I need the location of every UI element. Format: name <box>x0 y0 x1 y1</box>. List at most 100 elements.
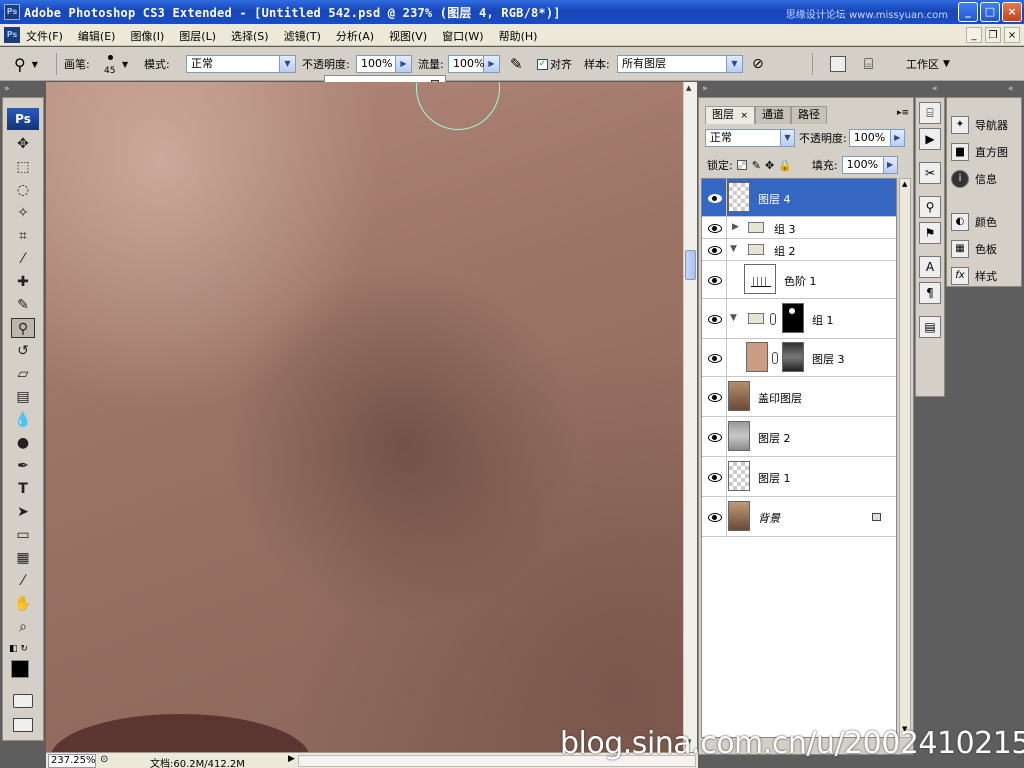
lock-position-icon[interactable]: ✥ <box>765 159 774 172</box>
slice-tool[interactable]: ⁄ <box>11 249 35 269</box>
notes-tool[interactable]: ▦ <box>11 548 35 568</box>
move-tool[interactable]: ✥ <box>11 134 35 154</box>
gradient-tool[interactable]: ▤ <box>11 387 35 407</box>
chevron-down-icon[interactable]: ▼ <box>727 55 743 73</box>
magic-wand-tool[interactable]: ✧ <box>11 203 35 223</box>
layer-row[interactable]: 图层 1 <box>702 457 896 497</box>
menu-view[interactable]: 视图(V) <box>389 28 427 44</box>
clone-stamp-tool[interactable]: ⚲ <box>11 318 35 338</box>
dock2-collapse-icon[interactable]: « <box>1008 84 1014 94</box>
quick-mask-icon[interactable] <box>13 694 33 708</box>
mode-select[interactable]: 正常 <box>186 55 280 73</box>
scroll-up-icon[interactable]: ▲ <box>686 84 691 92</box>
dock-collapse-icon[interactable]: « <box>932 84 938 94</box>
close-button[interactable]: × <box>1002 2 1022 22</box>
eye-icon[interactable] <box>708 275 722 285</box>
info-button[interactable]: i 信息 <box>951 168 997 190</box>
layer-mask-thumbnail[interactable] <box>782 342 804 372</box>
color-button[interactable]: ◐ 颜色 <box>951 211 997 233</box>
layer-row[interactable]: ▼ 组 1 <box>702 299 896 339</box>
lock-image-icon[interactable]: ✎ <box>752 159 761 172</box>
brushes-panel-icon[interactable]: ⚲ <box>919 196 941 218</box>
layer-row[interactable]: 图层 2 <box>702 417 896 457</box>
eraser-tool[interactable]: ▱ <box>11 364 35 384</box>
menu-analysis[interactable]: 分析(A) <box>336 28 374 44</box>
marquee-tool[interactable]: ⬚ <box>11 157 35 177</box>
dodge-tool[interactable]: ● <box>11 433 35 453</box>
flow-input[interactable]: 100% <box>448 55 484 73</box>
menu-filter[interactable]: 滤镜(T) <box>284 28 321 44</box>
flow-slider-toggle[interactable]: ▶ <box>484 55 500 73</box>
panels-collapse-icon[interactable]: » <box>702 84 708 94</box>
path-selection-tool[interactable]: ➤ <box>11 502 35 522</box>
status-icon[interactable]: ⊙ <box>100 754 108 765</box>
blur-tool[interactable]: 💧 <box>11 410 35 430</box>
panel-menu-icon[interactable]: ▸≡ <box>897 108 909 118</box>
layer-row[interactable]: 盖印图层 <box>702 377 896 417</box>
lock-transparency-icon[interactable] <box>736 160 747 170</box>
shape-tool[interactable]: ▭ <box>11 525 35 545</box>
navigator-button[interactable]: ✦ 导航器 <box>951 114 1008 136</box>
layer-opacity-input[interactable]: 100% <box>848 129 891 147</box>
layer-row[interactable]: 色阶 1 <box>702 261 896 299</box>
styles-button[interactable]: fx 样式 <box>951 265 997 287</box>
foreground-color-swatch[interactable] <box>11 660 29 678</box>
doc-minimize-button[interactable]: _ <box>966 27 982 43</box>
eye-icon[interactable] <box>708 512 722 522</box>
default-colors-icon[interactable]: ◧ ↻ <box>9 644 28 654</box>
status-menu-arrow-icon[interactable]: ▶ <box>288 754 295 764</box>
tool-presets-panel-icon[interactable]: ✂ <box>919 162 941 184</box>
doc-close-button[interactable]: × <box>1004 27 1020 43</box>
brush-picker[interactable]: 45 ▼ <box>102 47 128 81</box>
layer-row[interactable]: ▼ 组 2 <box>702 239 896 261</box>
eye-icon[interactable] <box>708 314 722 324</box>
airbrush-button[interactable]: ✎ <box>510 47 523 81</box>
layer-opacity-slider-toggle[interactable]: ▶ <box>890 129 905 147</box>
document-canvas[interactable] <box>46 82 683 752</box>
history-panel-icon[interactable]: ⌸ <box>919 102 941 124</box>
menu-image[interactable]: 图像(I) <box>130 28 164 44</box>
healing-brush-tool[interactable]: ✚ <box>11 272 35 292</box>
layer-row[interactable]: 图层 3 <box>702 339 896 377</box>
layer-row[interactable]: ▶ 组 3 <box>702 217 896 239</box>
brush-tool[interactable]: ✎ <box>11 295 35 315</box>
hand-tool[interactable]: ✋ <box>11 594 35 614</box>
eye-icon[interactable] <box>708 245 722 255</box>
zoom-field[interactable]: 237.25% <box>48 754 96 768</box>
chevron-down-icon[interactable]: ▼ <box>781 129 795 147</box>
doc-restore-button[interactable]: ❐ <box>985 27 1001 43</box>
zoom-tool[interactable]: ⌕ <box>11 617 35 637</box>
fill-input[interactable]: 100% <box>841 156 884 174</box>
eyedropper-tool[interactable]: ⁄ <box>11 571 35 591</box>
eye-icon[interactable] <box>708 392 722 402</box>
menu-help[interactable]: 帮助(H) <box>499 28 538 44</box>
collapse-arrow-icon[interactable]: ▼ <box>730 313 737 323</box>
menu-file[interactable]: 文件(F) <box>26 28 63 44</box>
sample-select[interactable]: 所有图层 <box>617 55 727 73</box>
lasso-tool[interactable]: ◌ <box>11 180 35 200</box>
type-tool[interactable]: T <box>11 479 35 499</box>
link-icon[interactable] <box>772 352 778 364</box>
tab-channels[interactable]: 通道 <box>755 106 792 124</box>
bridge-button[interactable]: ⌸ <box>864 47 873 81</box>
pen-tool[interactable]: ✒ <box>11 456 35 476</box>
tab-layers[interactable]: 图层 × <box>705 106 756 124</box>
eye-icon[interactable] <box>708 432 722 442</box>
crop-tool[interactable]: ⌗ <box>11 226 35 246</box>
palette-well-button[interactable] <box>830 47 846 81</box>
layer-mask-thumbnail[interactable] <box>782 303 804 333</box>
layer-row[interactable]: 背景 <box>702 497 896 537</box>
blend-mode-select[interactable]: 正常 <box>705 129 781 147</box>
menu-layer[interactable]: 图层(L) <box>179 28 216 44</box>
photoshop-logo[interactable]: Ps <box>7 108 39 130</box>
vertical-scroll-thumb[interactable] <box>685 250 696 280</box>
toolbox-collapse-icon[interactable]: » <box>4 84 10 94</box>
opacity-input[interactable]: 100% <box>356 55 396 73</box>
eye-icon[interactable] <box>708 353 722 363</box>
eye-icon[interactable] <box>708 193 722 203</box>
canvas-vertical-scrollbar[interactable]: ▲ ▼ <box>683 82 697 752</box>
workspace-menu[interactable]: 工作区 ▼ <box>906 47 950 81</box>
scroll-up-icon[interactable]: ▲ <box>902 180 907 188</box>
menu-edit[interactable]: 编辑(E) <box>78 28 116 44</box>
layer-comps-panel-icon[interactable]: ▤ <box>919 316 941 338</box>
